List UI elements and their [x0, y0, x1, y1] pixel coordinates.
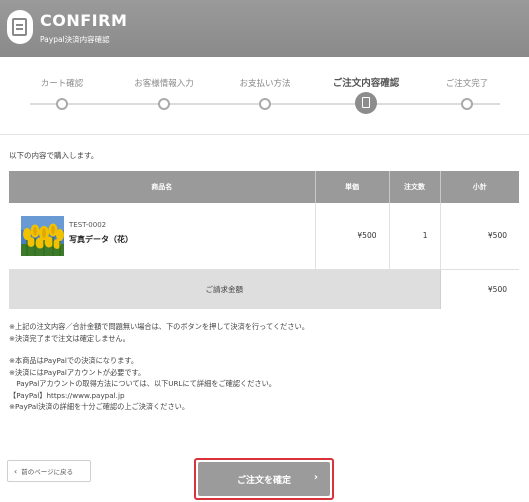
step-label: ご注文内容確認 [332, 78, 400, 89]
note-line: ※PayPal決済の詳細を十分ご確認の上ご決済ください。 [9, 402, 190, 411]
confirm-order-button[interactable]: ご注文を確定 › [198, 462, 330, 496]
quantity: 1 [389, 203, 441, 270]
step-label: お客様情報入力 [134, 79, 194, 89]
step-label: ご注文完了 [445, 79, 489, 89]
back-button[interactable]: ‹ 前のページに戻る [7, 460, 91, 482]
table-header-row: 商品名 単価 注文数 小計 [9, 171, 519, 203]
note-line: ※決済完了まで注文は確定しません。 [9, 333, 130, 343]
header-product-name: 商品名 [9, 171, 316, 203]
page-subtitle: Paypal決済内容確認 [40, 35, 110, 44]
confirm-button-highlight: ご注文を確定 › [194, 458, 334, 500]
order-table: 商品名 単価 注文数 小計 TEST-0002 写真データ（花） ¥500 1 … [9, 171, 519, 309]
step-label: お支払い方法 [239, 79, 291, 89]
notes-block: ※上記の注文内容／合計金額で問題無い場合は、下のボタンを押して決済を行ってくださ… [9, 321, 309, 413]
header-quantity: 注文数 [389, 171, 441, 203]
note-line: ※上記の注文内容／合計金額で問題無い場合は、下のボタンを押して決済を行ってくださ… [9, 322, 309, 331]
product-code: TEST-0002 [69, 221, 107, 229]
document-icon [7, 10, 33, 44]
step-dot [56, 98, 68, 110]
step-dot [461, 98, 473, 110]
total-label: ご請求金額 [9, 269, 441, 309]
table-row: TEST-0002 写真データ（花） ¥500 1 ¥500 [9, 203, 519, 270]
product-name: 写真データ（花） [69, 235, 133, 244]
page-header: CONFIRM Paypal決済内容確認 [0, 0, 529, 57]
intro-text: 以下の内容で購入します。 [9, 151, 99, 160]
progress-steps: カート確認 お客様情報入力 お支払い方法 ご注文内容確認 ご注文完了 [0, 57, 529, 135]
step-dot [158, 98, 170, 110]
chevron-left-icon: ‹ [14, 466, 18, 476]
page-title: CONFIRM [40, 11, 128, 30]
step-label: カート確認 [40, 79, 84, 89]
note-line: ※決済にはPayPalアカウントが必要です。 [9, 367, 146, 377]
unit-price: ¥500 [315, 203, 390, 270]
product-cell: TEST-0002 写真データ（花） [9, 203, 316, 270]
note-line: 【PayPal】https://www.paypal.jp [9, 390, 125, 400]
chevron-right-icon: › [313, 472, 318, 483]
total-row: ご請求金額 ¥500 [9, 269, 519, 309]
document-icon [362, 97, 370, 108]
confirm-button-label: ご注文を確定 [236, 475, 291, 486]
step-dot-active [355, 92, 377, 114]
step-dot [259, 98, 271, 110]
note-line: ※本商品はPayPalでの決済になります。 [9, 356, 139, 365]
header-subtotal: 小計 [440, 171, 519, 203]
product-thumbnail [21, 216, 64, 256]
header-unit-price: 単価 [315, 171, 390, 203]
total-value: ¥500 [487, 284, 507, 294]
back-button-label: 前のページに戻る [21, 468, 74, 476]
subtotal: ¥500 [440, 203, 519, 270]
note-line: PayPalアカウントの取得方法については、以下URLにて詳細をご確認ください。 [9, 379, 276, 388]
